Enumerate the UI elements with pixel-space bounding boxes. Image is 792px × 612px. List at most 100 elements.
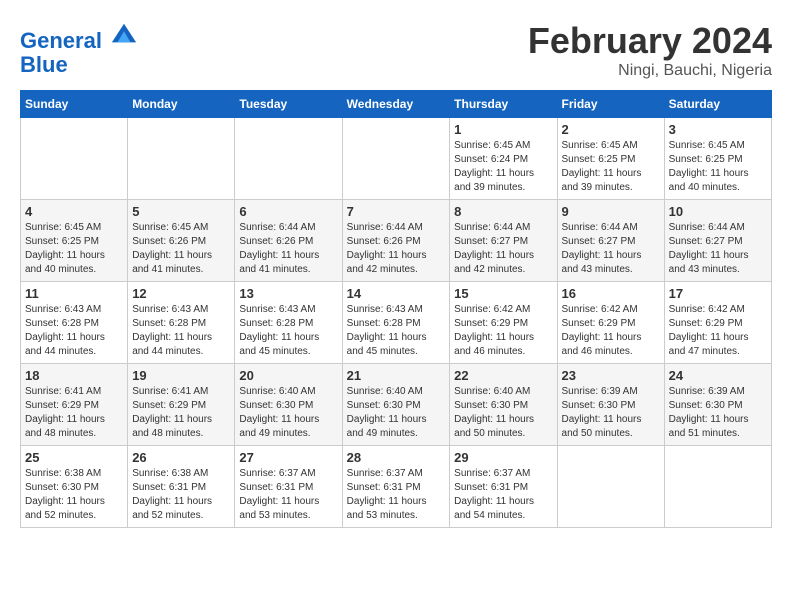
day-info: Sunrise: 6:43 AM Sunset: 6:28 PM Dayligh… — [132, 303, 230, 359]
day-info: Sunrise: 6:38 AM Sunset: 6:31 PM Dayligh… — [132, 467, 230, 523]
table-row: 19Sunrise: 6:41 AM Sunset: 6:29 PM Dayli… — [128, 364, 235, 446]
day-number: 26 — [132, 450, 230, 465]
day-number: 25 — [25, 450, 123, 465]
table-row — [128, 118, 235, 200]
day-info: Sunrise: 6:44 AM Sunset: 6:27 PM Dayligh… — [562, 221, 660, 277]
calendar-table: Sunday Monday Tuesday Wednesday Thursday… — [20, 90, 772, 528]
day-info: Sunrise: 6:44 AM Sunset: 6:27 PM Dayligh… — [669, 221, 767, 277]
day-number: 14 — [347, 286, 446, 301]
day-info: Sunrise: 6:44 AM Sunset: 6:26 PM Dayligh… — [239, 221, 337, 277]
day-info: Sunrise: 6:44 AM Sunset: 6:26 PM Dayligh… — [347, 221, 446, 277]
day-number: 4 — [25, 204, 123, 219]
table-row: 11 Sunrise: 6:43 AM Sunset: 6:28 PM Dayli… — [21, 282, 128, 364]
day-info: Sunrise: 6:39 AM Sunset: 6:30 PM Dayligh… — [669, 385, 767, 441]
table-row: 24 Sunrise: 6:39 AM Sunset: 6:30 PM Dayli… — [664, 364, 771, 446]
day-number: 17 — [669, 286, 767, 301]
day-number: 7 — [347, 204, 446, 219]
table-row: 8 Sunrise: 6:44 AM Sunset: 6:27 PM Daylig… — [450, 200, 557, 282]
table-row — [342, 118, 450, 200]
day-info: Sunrise: 6:37 AM Sunset: 6:31 PM Dayligh… — [347, 467, 446, 523]
table-row: 4 Sunrise: 6:45 AM Sunset: 6:25 PM Daylig… — [21, 200, 128, 282]
day-info: Sunrise: 6:37 AM Sunset: 6:31 PM Dayligh… — [239, 467, 337, 523]
day-number: 2 — [562, 122, 660, 137]
day-number: 11 — [25, 286, 123, 301]
table-row: 13 Sunrise: 6:43 AM Sunset: 6:28 PM Dayli… — [235, 282, 342, 364]
calendar-title: February 2024 — [528, 20, 772, 62]
calendar-week-row: 4 Sunrise: 6:45 AM Sunset: 6:25 PM Daylig… — [21, 200, 772, 282]
header-friday: Friday — [557, 91, 664, 118]
table-row — [557, 446, 664, 528]
table-row: 26 Sunrise: 6:38 AM Sunset: 6:31 PM Dayli… — [128, 446, 235, 528]
day-number: 15 — [454, 286, 552, 301]
calendar-week-row: 18 Sunrise: 6:41 AM Sunset: 6:29 PM Dayli… — [21, 364, 772, 446]
day-info: Sunrise: 6:45 AM Sunset: 6:25 PM Dayligh… — [669, 139, 767, 195]
table-row: 5 Sunrise: 6:45 AM Sunset: 6:26 PM Daylig… — [128, 200, 235, 282]
day-info: Sunrise: 6:45 AM Sunset: 6:24 PM Dayligh… — [454, 139, 552, 195]
day-info: Sunrise: 6:43 AM Sunset: 6:28 PM Dayligh… — [25, 303, 123, 359]
table-row: 20Sunrise: 6:40 AM Sunset: 6:30 PM Dayli… — [235, 364, 342, 446]
day-number: 21 — [347, 368, 446, 383]
day-info: Sunrise: 6:45 AM Sunset: 6:25 PM Dayligh… — [25, 221, 123, 277]
table-row — [664, 446, 771, 528]
day-number: 9 — [562, 204, 660, 219]
day-number: 29 — [454, 450, 552, 465]
table-row: 10 Sunrise: 6:44 AM Sunset: 6:27 PM Dayli… — [664, 200, 771, 282]
day-info: Sunrise: 6:43 AM Sunset: 6:28 PM Dayligh… — [347, 303, 446, 359]
day-number: 20 — [239, 368, 337, 383]
day-info: Sunrise: 6:43 AM Sunset: 6:28 PM Dayligh… — [239, 303, 337, 359]
table-row: 23Sunrise: 6:39 AM Sunset: 6:30 PM Dayli… — [557, 364, 664, 446]
day-number: 13 — [239, 286, 337, 301]
logo-general: General — [20, 28, 102, 53]
day-number: 18 — [25, 368, 123, 383]
day-info: Sunrise: 6:42 AM Sunset: 6:29 PM Dayligh… — [454, 303, 552, 359]
header-sunday: Sunday — [21, 91, 128, 118]
day-number: 19 — [132, 368, 230, 383]
day-number: 3 — [669, 122, 767, 137]
day-number: 23 — [562, 368, 660, 383]
day-number: 12 — [132, 286, 230, 301]
day-number: 27 — [239, 450, 337, 465]
table-row: 18 Sunrise: 6:41 AM Sunset: 6:29 PM Dayli… — [21, 364, 128, 446]
day-info: Sunrise: 6:42 AM Sunset: 6:29 PM Dayligh… — [669, 303, 767, 359]
calendar-week-row: 25 Sunrise: 6:38 AM Sunset: 6:30 PM Dayli… — [21, 446, 772, 528]
title-block: February 2024 Ningi, Bauchi, Nigeria — [528, 20, 772, 80]
day-info: Sunrise: 6:38 AM Sunset: 6:30 PM Dayligh… — [25, 467, 123, 523]
day-number: 1 — [454, 122, 552, 137]
calendar-subtitle: Ningi, Bauchi, Nigeria — [528, 62, 772, 80]
table-row: 16 Sunrise: 6:42 AM Sunset: 6:29 PM Dayli… — [557, 282, 664, 364]
header-tuesday: Tuesday — [235, 91, 342, 118]
table-row: 14 Sunrise: 6:43 AM Sunset: 6:28 PM Dayli… — [342, 282, 450, 364]
table-row: 21 Sunrise: 6:40 AM Sunset: 6:30 PM Dayli… — [342, 364, 450, 446]
day-number: 10 — [669, 204, 767, 219]
table-row — [235, 118, 342, 200]
day-number: 8 — [454, 204, 552, 219]
header-thursday: Thursday — [450, 91, 557, 118]
day-number: 24 — [669, 368, 767, 383]
day-number: 22 — [454, 368, 552, 383]
table-row: 3 Sunrise: 6:45 AM Sunset: 6:25 PM Daylig… — [664, 118, 771, 200]
calendar-week-row: 11 Sunrise: 6:43 AM Sunset: 6:28 PM Dayli… — [21, 282, 772, 364]
day-info: Sunrise: 6:45 AM Sunset: 6:26 PM Dayligh… — [132, 221, 230, 277]
table-row: 1 Sunrise: 6:45 AM Sunset: 6:24 PM Daylig… — [450, 118, 557, 200]
table-row: 9 Sunrise: 6:44 AM Sunset: 6:27 PM Daylig… — [557, 200, 664, 282]
day-info: Sunrise: 6:41 AM Sunset: 6:29 PM Dayligh… — [25, 385, 123, 441]
table-row: 15 Sunrise: 6:42 AM Sunset: 6:29 PM Dayli… — [450, 282, 557, 364]
table-row — [21, 118, 128, 200]
table-row: 6Sunrise: 6:44 AM Sunset: 6:26 PM Daylig… — [235, 200, 342, 282]
table-row: 29Sunrise: 6:37 AM Sunset: 6:31 PM Dayli… — [450, 446, 557, 528]
day-number: 16 — [562, 286, 660, 301]
day-info: Sunrise: 6:40 AM Sunset: 6:30 PM Dayligh… — [347, 385, 446, 441]
table-row: 25 Sunrise: 6:38 AM Sunset: 6:30 PM Dayli… — [21, 446, 128, 528]
table-row: 27 Sunrise: 6:37 AM Sunset: 6:31 PM Dayli… — [235, 446, 342, 528]
table-row: 17 Sunrise: 6:42 AM Sunset: 6:29 PM Dayli… — [664, 282, 771, 364]
day-info: Sunrise: 6:44 AM Sunset: 6:27 PM Dayligh… — [454, 221, 552, 277]
logo-blue: Blue — [20, 52, 68, 77]
logo-text: General Blue — [20, 20, 138, 77]
day-number: 5 — [132, 204, 230, 219]
logo: General Blue — [20, 20, 138, 77]
table-row: 28 Sunrise: 6:37 AM Sunset: 6:31 PM Dayli… — [342, 446, 450, 528]
calendar-header-row: Sunday Monday Tuesday Wednesday Thursday… — [21, 91, 772, 118]
day-number: 28 — [347, 450, 446, 465]
day-info: Sunrise: 6:42 AM Sunset: 6:29 PM Dayligh… — [562, 303, 660, 359]
table-row: 22Sunrise: 6:40 AM Sunset: 6:30 PM Dayli… — [450, 364, 557, 446]
